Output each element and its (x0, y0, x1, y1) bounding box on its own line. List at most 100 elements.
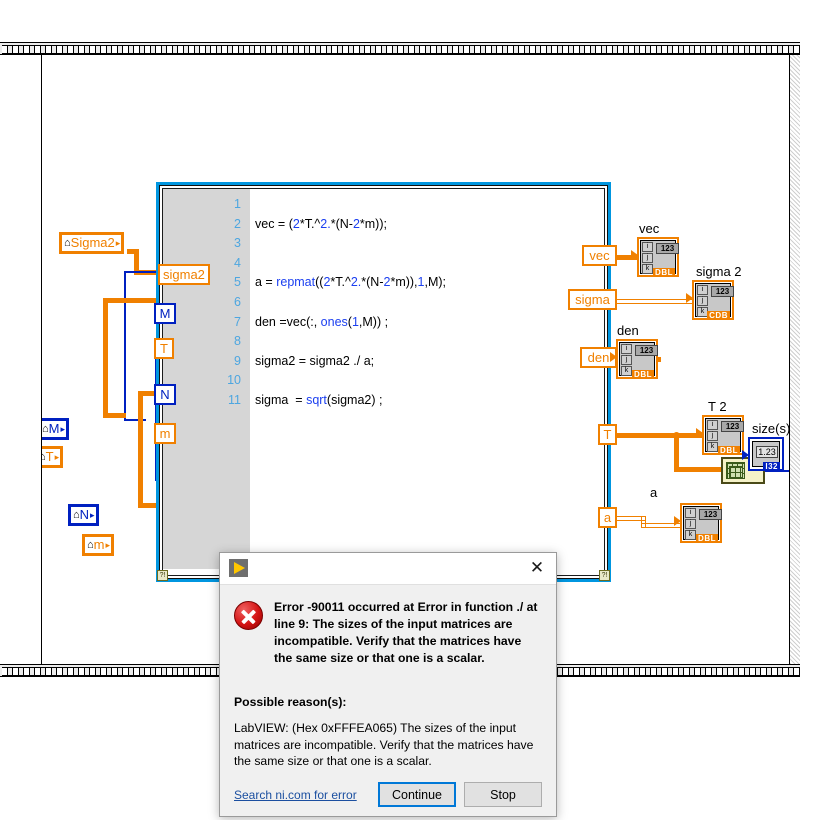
array-dims-ijk: i j k (621, 344, 632, 377)
mathscript-code-line (255, 234, 602, 254)
control-arrow-icon: ▸ (60, 423, 66, 434)
dialog-reason-body: LabVIEW: (Hex 0xFFFEA065) The sizes of t… (234, 721, 534, 768)
mathscript-input-terminal-sigma2[interactable]: sigma2 (158, 264, 210, 285)
continue-button[interactable]: Continue (378, 782, 456, 807)
array-dims-ijk: i j k (642, 242, 653, 275)
control-terminal-M-label: M (48, 421, 60, 436)
control-terminal-Sigma2[interactable]: ⌂ Sigma2 ▸ (59, 232, 125, 254)
indicator-input-arrow (631, 250, 638, 260)
mathscript-code-line (255, 254, 602, 274)
indicator-type-tag: DBL (696, 534, 718, 543)
control-terminal-M[interactable]: ⌂ M ▸ (42, 418, 70, 440)
mathscript-code-line (255, 371, 602, 391)
indicator-input-arrow (686, 293, 693, 303)
mathscript-code[interactable]: vec = (2*T.^2.*(N-2*m)); a = repmat((2*T… (255, 195, 602, 411)
wire-T-v (103, 298, 108, 416)
mathscript-code-line (255, 195, 602, 215)
mathscript-code-line (255, 293, 602, 313)
wire-M-v (124, 271, 126, 421)
error-in-terminal[interactable]: ?! (157, 570, 168, 581)
search-ni-link[interactable]: Search ni.com for error (234, 788, 357, 802)
control-home-icon: ⌂ (73, 508, 80, 521)
control-home-icon: ⌂ (87, 538, 94, 551)
array-dim-i: i (697, 285, 708, 295)
mathscript-input-terminal-M[interactable]: M (154, 303, 176, 324)
indicator-sigma2[interactable]: i j k 123 CDB (686, 280, 734, 320)
array-dim-j: j (621, 355, 632, 365)
indicator-type-tag: I32 (763, 462, 780, 471)
mathscript-input-terminal-m[interactable]: m (154, 423, 176, 444)
indicator-input-arrow (610, 352, 617, 362)
array-dim-k: k (707, 442, 718, 452)
control-terminal-N-label: N (79, 507, 90, 522)
close-icon[interactable]: ✕ (524, 557, 550, 579)
array-dim-j: j (707, 431, 718, 441)
mathscript-code-line: sigma = sqrt(sigma2) ; (255, 392, 383, 407)
indicator-type-tag: DBL (718, 446, 740, 455)
wire-T2-branch-h (674, 467, 722, 472)
mathscript-output-terminal-a[interactable]: a (598, 507, 617, 528)
indicator-label-T2: T 2 (708, 399, 727, 414)
array-dim-i: i (685, 508, 696, 518)
numeric-icon: 123 (721, 421, 744, 432)
array-dim-j: j (642, 253, 653, 263)
array-grid-icon-back (729, 466, 743, 478)
wire-m-h-bot (138, 503, 158, 508)
control-terminal-m[interactable]: ⌂ m ▸ (82, 534, 115, 556)
dialog-titlebar[interactable]: ✕ (220, 553, 556, 585)
dialog-reason-heading: Possible reason(s): (234, 695, 347, 709)
array-dim-j: j (697, 296, 708, 306)
indicator-label-vec: vec (639, 221, 660, 236)
indicator-a[interactable]: i j k 123 DBL (674, 503, 722, 543)
indicator-den[interactable]: i j k 123 DBL (610, 339, 658, 379)
numeric-icon: 123 (656, 243, 679, 254)
diagram-scrollbar-right[interactable] (789, 55, 800, 664)
control-terminal-T[interactable]: ⌂ T ▸ (42, 446, 64, 468)
error-dialog[interactable]: ✕ Error -90011 occurred at Error in func… (219, 552, 557, 817)
indicator-T2[interactable]: i j k 123 DBL (696, 415, 744, 455)
array-dim-j: j (685, 519, 696, 529)
control-terminal-N[interactable]: ⌂ N ▸ (68, 504, 99, 526)
indicator-sizes[interactable]: 1.23 I32 (742, 437, 784, 471)
mathscript-output-terminal-T2[interactable]: T (598, 424, 617, 445)
control-arrow-icon: ▸ (105, 539, 111, 550)
indicator-type-tag: DBL (653, 268, 675, 277)
mathscript-code-line: sigma2 = sigma2 ./ a; (255, 353, 375, 368)
mathscript-line-number: 9 (234, 353, 241, 368)
control-arrow-icon: ▸ (115, 237, 121, 248)
wire-junction-T2 (673, 432, 680, 439)
array-dims-ijk: i j k (685, 508, 696, 541)
array-dims-ijk: i j k (707, 420, 718, 453)
mathscript-output-terminal-sigma[interactable]: sigma (568, 289, 617, 310)
mathscript-line-number: 3 (234, 236, 241, 251)
numeric-icon: 123 (711, 286, 734, 297)
mathscript-input-terminal-N[interactable]: N (154, 384, 176, 405)
numeric-icon: 123 (699, 509, 722, 520)
dialog-body: Error -90011 occurred at Error in functi… (220, 585, 556, 770)
array-dim-i: i (707, 420, 718, 430)
array-dim-i: i (621, 344, 632, 354)
wire-m-v (138, 391, 143, 508)
control-arrow-icon: ▸ (54, 451, 60, 462)
mathscript-code-line: den =vec(:, ones(1,M)) ; (255, 314, 389, 329)
array-dim-k: k (621, 366, 632, 376)
ruler-ticks-top (2, 45, 800, 54)
indicator-vec[interactable]: i j k 123 DBL (631, 237, 679, 277)
mathscript-output-terminal-vec[interactable]: vec (582, 245, 617, 266)
labview-block-diagram-window: 1 2 3 4 5 6 7 8 9 10 11 vec = (2*T.^2.*(N-2*m)); a… (0, 0, 840, 820)
wire-T-h-bot (103, 413, 126, 418)
error-out-terminal[interactable]: ?! (599, 570, 610, 581)
indicator-label-sigma2: sigma 2 (696, 264, 742, 279)
mathscript-node[interactable]: 1 2 3 4 5 6 7 8 9 10 11 vec = (2*T.^2.*(N-2*m)); a… (156, 182, 611, 582)
control-terminal-T-label: T (45, 449, 54, 464)
stop-button[interactable]: Stop (464, 782, 542, 807)
indicator-label-a: a (650, 485, 658, 500)
mathscript-input-terminal-T[interactable]: T (154, 338, 174, 359)
control-terminal-m-label: m (93, 537, 105, 552)
control-home-icon: ⌂ (64, 236, 71, 249)
dialog-footer: Search ni.com for error Continue Stop (220, 782, 556, 807)
diagram-ruler-top (0, 42, 800, 55)
indicator-type-tag: DBL (632, 370, 654, 379)
numeric-icon: 1.23 (756, 446, 778, 458)
control-arrow-icon: ▸ (90, 509, 95, 520)
